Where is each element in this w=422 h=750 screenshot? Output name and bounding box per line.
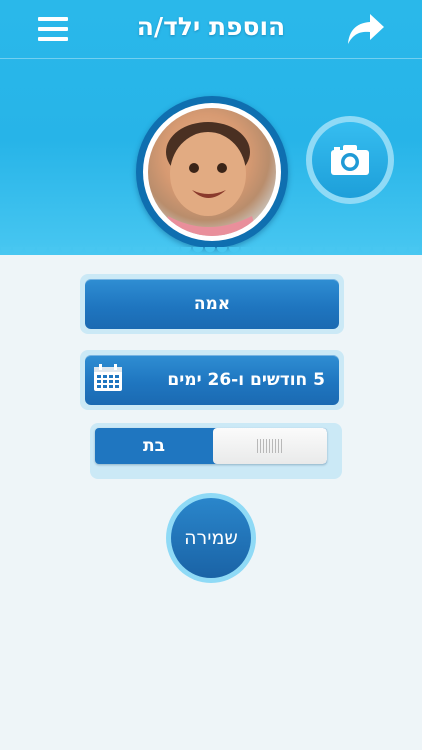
camera-icon: [331, 145, 369, 175]
save-label: שמירה: [171, 498, 251, 578]
gender-toggle[interactable]: בת: [95, 428, 327, 464]
calendar-icon: [94, 364, 122, 391]
grip-icon: [257, 439, 283, 453]
age-text: 5 חודשים ו-26 ימים: [167, 370, 325, 390]
camera-button[interactable]: [306, 116, 394, 204]
baby-photo-image: [148, 108, 276, 236]
wavy-divider: [0, 247, 422, 255]
top-bar: הוספת ילד/ה: [0, 0, 422, 59]
birthdate-field-container: 5 חודשים ו-26 ימים: [80, 350, 344, 410]
birthdate-field[interactable]: 5 חודשים ו-26 ימים: [85, 355, 339, 405]
gender-label: בת: [143, 436, 165, 456]
header: הוספת ילד/ה: [0, 0, 422, 255]
save-button[interactable]: שמירה: [166, 493, 256, 583]
child-photo[interactable]: [136, 96, 288, 248]
toggle-knob[interactable]: [213, 428, 327, 464]
name-field-container: אמה: [80, 274, 344, 334]
gender-toggle-container: בת: [90, 423, 342, 479]
forward-arrow-icon[interactable]: [346, 12, 386, 46]
name-field[interactable]: אמה: [85, 279, 339, 329]
